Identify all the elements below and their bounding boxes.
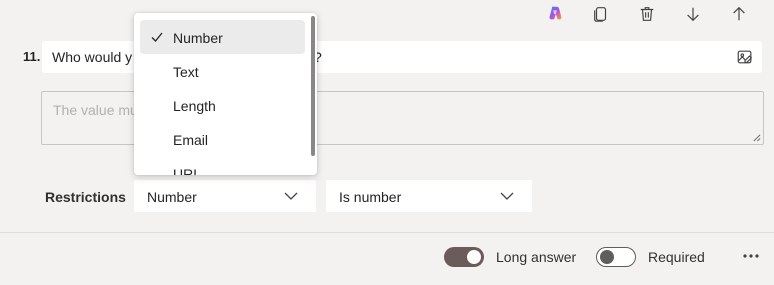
dropdown-option-label: Text (173, 64, 199, 80)
footer-divider (0, 232, 774, 233)
resize-handle-icon[interactable] (752, 133, 761, 142)
dropdown-list: Number Text Length Email URL (134, 20, 309, 175)
restrictions-label: Restrictions (45, 189, 126, 205)
question-editor: 11. Who would y ? The value mu Restricti… (0, 0, 774, 285)
restriction-type-select[interactable]: Number (134, 180, 316, 212)
move-up-button[interactable] (716, 2, 762, 26)
chevron-down-icon (500, 192, 514, 200)
copy-button[interactable] (578, 2, 624, 26)
dropdown-option-label: Email (173, 132, 209, 148)
toggle-knob (467, 250, 481, 264)
dropdown-option-label: Number (173, 30, 223, 46)
dropdown-option[interactable]: Text (140, 54, 305, 88)
copilot-icon (549, 6, 562, 20)
question-text-start: Who would y (52, 49, 133, 65)
copilot-button[interactable] (532, 2, 578, 26)
dropdown-option[interactable]: Number (140, 20, 305, 54)
restriction-type-dropdown: Number Text Length Email URL (134, 13, 317, 175)
long-answer-toggle[interactable] (444, 247, 484, 267)
restriction-condition-value: Is number (339, 189, 402, 205)
restriction-type-value: Number (147, 189, 197, 205)
question-toolbar (532, 2, 762, 26)
more-horizontal-icon (743, 254, 759, 258)
dropdown-scrollbar[interactable] (311, 16, 315, 156)
dropdown-option[interactable]: URL (140, 156, 305, 175)
dropdown-option-label: URL (173, 166, 202, 175)
toggle-knob (600, 250, 614, 264)
dropdown-option[interactable]: Length (140, 88, 305, 122)
arrow-up-icon (733, 6, 745, 21)
required-label: Required (648, 249, 705, 265)
arrow-down-icon (687, 7, 699, 22)
delete-button[interactable] (624, 2, 670, 26)
insert-media-icon[interactable] (736, 48, 754, 66)
more-options-button[interactable] (740, 248, 762, 264)
dropdown-option-label: Length (173, 98, 216, 114)
move-down-button[interactable] (670, 2, 716, 26)
long-answer-label: Long answer (496, 249, 577, 265)
question-number: 11. (23, 49, 41, 64)
restriction-condition-select[interactable]: Is number (326, 180, 532, 212)
answer-placeholder: The value mu (53, 102, 138, 118)
copy-icon (594, 7, 607, 22)
chevron-down-icon (284, 192, 298, 200)
dropdown-option[interactable]: Email (140, 122, 305, 156)
delete-icon (640, 7, 654, 21)
checkmark-icon (151, 32, 163, 42)
required-toggle[interactable] (596, 247, 636, 267)
